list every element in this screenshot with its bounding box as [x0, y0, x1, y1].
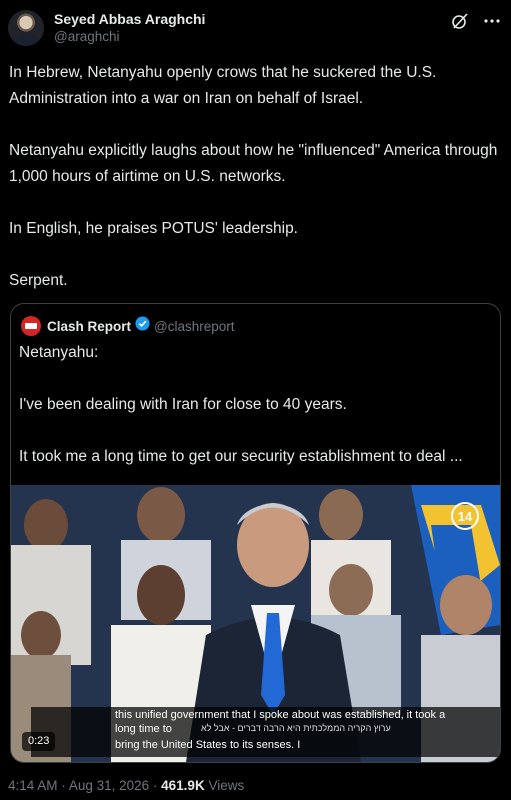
tweet-date[interactable]: Aug 31, 2026 — [69, 778, 149, 793]
quoted-author-name: Clash Report — [47, 318, 132, 334]
author-handle[interactable]: @araghchi — [54, 29, 120, 44]
channel-logo-label: 14 — [458, 509, 473, 524]
quoted-avatar — [21, 316, 41, 336]
author-name[interactable]: Seyed Abbas Araghchi — [54, 11, 205, 27]
tweet-paragraph: Serpent. — [9, 272, 68, 289]
tweet-body: In Hebrew, Netanyahu openly crows that h… — [9, 60, 503, 320]
quoted-tweet[interactable]: Clash Report @clashreport Netanyahu: I'v… — [10, 303, 501, 763]
tweet-header: Seyed Abbas Araghchi @araghchi — [8, 8, 503, 48]
grok-icon[interactable] — [451, 12, 469, 30]
video-timestamp: 0:23 — [22, 732, 56, 751]
quoted-paragraph: Netanyahu: — [19, 344, 99, 361]
quoted-tweet-body: Netanyahu: I've been dealing with Iran f… — [19, 340, 494, 496]
verified-badge-icon — [135, 316, 150, 336]
tweet-paragraph: In Hebrew, Netanyahu openly crows that h… — [9, 64, 437, 107]
avatar[interactable] — [8, 10, 44, 46]
tweet-paragraph: In English, he praises POTUS' leadership… — [9, 220, 298, 237]
hebrew-overlay: ערוץ הקריה הממלכתית היא הרבה דברים - אבל… — [201, 723, 391, 733]
views-count: 461.9K — [161, 778, 205, 793]
views-label: Views — [208, 778, 245, 793]
tweet-meta: 4:14 AM · Aug 31, 2026 · 461.9K Views — [8, 778, 244, 793]
subtitle-line: long time to — [115, 723, 172, 735]
meta-separator: · — [152, 778, 162, 793]
subtitle-line: bring the United States to its senses. I — [115, 739, 301, 751]
tweet-time[interactable]: 4:14 AM — [8, 778, 58, 793]
meta-separator: · — [61, 778, 69, 793]
quoted-author-handle: @clashreport — [154, 318, 235, 334]
video-player[interactable]: 14 this unified government that I spoke … — [11, 485, 500, 762]
video-subtitles: this unified government that I spoke abo… — [31, 707, 500, 757]
header-actions — [451, 12, 501, 30]
channel-logo: 14 — [448, 501, 482, 537]
quoted-paragraph: It took me a long time to get our securi… — [19, 448, 463, 465]
subtitle-line: this unified government that I spoke abo… — [115, 709, 446, 721]
more-options-icon[interactable] — [483, 12, 501, 30]
tweet-paragraph: Netanyahu explicitly laughs about how he… — [9, 142, 498, 185]
quoted-tweet-header: Clash Report @clashreport — [21, 316, 235, 336]
quoted-paragraph: I've been dealing with Iran for close to… — [19, 396, 347, 413]
